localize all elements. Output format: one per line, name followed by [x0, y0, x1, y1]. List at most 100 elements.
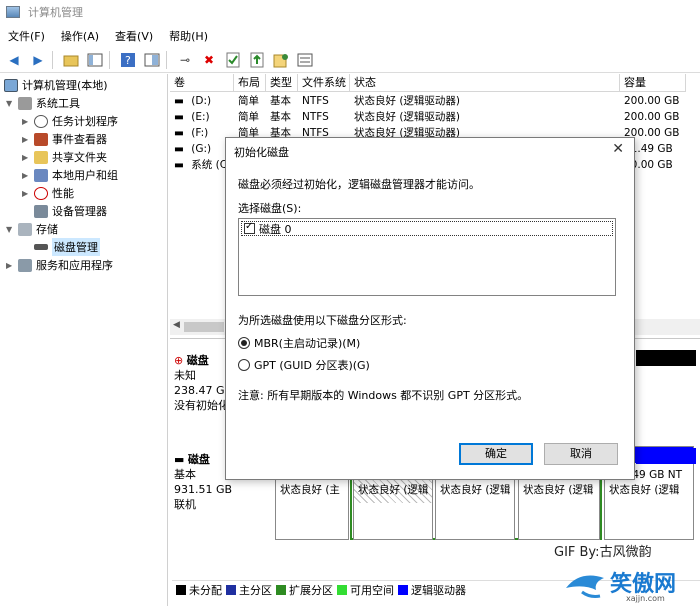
disk-icon	[34, 244, 48, 250]
mbr-label: MBR(主启动记录)(M)	[254, 337, 361, 350]
refresh-icon[interactable]	[271, 50, 291, 70]
show-tree-icon[interactable]	[85, 50, 105, 70]
menu-view[interactable]: 查看(V)	[107, 28, 161, 44]
legend-label: 扩展分区	[289, 583, 333, 597]
window-title: 计算机管理	[28, 6, 83, 19]
scroll-left-icon[interactable]: ◀	[173, 320, 180, 330]
tree-item-disk-management[interactable]: 磁盘管理	[32, 238, 100, 256]
tree-item-event-viewer[interactable]: ▶ 事件查看器	[22, 130, 107, 148]
legend-label: 主分区	[239, 583, 272, 597]
tree-item-device-manager[interactable]: 设备管理器	[32, 202, 107, 220]
chevron-down-icon[interactable]: ▼	[6, 225, 16, 234]
capacity-cell: 200.00 GB	[624, 111, 680, 123]
status-cell: 状态良好 (逻辑驱动器)	[354, 111, 461, 123]
tree-item-shared-folders[interactable]: ▶ 共享文件夹	[22, 148, 107, 166]
export-icon[interactable]	[247, 50, 267, 70]
tree-item-task-scheduler[interactable]: ▶ 任务计划程序	[22, 112, 118, 130]
disk-checkbox[interactable]	[244, 221, 255, 234]
device-manager-icon	[34, 204, 48, 218]
chevron-right-icon[interactable]: ▶	[22, 171, 32, 180]
tree-item-services[interactable]: ▶ 服务和应用程序	[6, 256, 113, 274]
tree-label: 本地用户和组	[52, 169, 118, 182]
column-header-layout[interactable]: 布局	[234, 74, 266, 92]
forward-icon[interactable]: ▶	[28, 50, 48, 70]
tree-item-storage[interactable]: ▼ 存储	[6, 220, 58, 238]
gpt-option[interactable]: GPT (GUID 分区表)(G)	[238, 357, 370, 373]
disk1-state: 未知	[174, 369, 196, 382]
menu-help[interactable]: 帮助(H)	[161, 28, 216, 44]
mbr-radio[interactable]	[238, 337, 250, 349]
tree-item-local-users[interactable]: ▶ 本地用户和组	[22, 166, 118, 184]
menu-action[interactable]: 操作(A)	[53, 28, 107, 44]
shared-folder-icon	[34, 150, 48, 164]
users-icon	[34, 168, 48, 182]
connect-icon[interactable]: ⊸	[175, 50, 195, 70]
column-header-status[interactable]: 状态	[350, 74, 620, 92]
tree-label: 服务和应用程序	[36, 259, 113, 272]
clock-icon	[34, 114, 48, 128]
list-icon[interactable]	[295, 50, 315, 70]
storage-icon	[18, 222, 32, 236]
properties-icon[interactable]	[223, 50, 243, 70]
disk0-online: 联机	[174, 498, 196, 511]
tree-label: 计算机管理(本地)	[22, 79, 108, 92]
disk0-size: 931.51 GB	[174, 483, 233, 496]
initialize-disk-dialog: 初始化磁盘 ✕ 磁盘必须经过初始化，逻辑磁盘管理器才能访问。 选择磁盘(S): …	[225, 137, 635, 480]
back-icon[interactable]: ◀	[4, 50, 24, 70]
toolbar: ◀ ▶ ? ⊸ ✖	[0, 47, 700, 73]
disk-icon: ▬	[174, 453, 185, 466]
help-icon[interactable]: ?	[118, 50, 138, 70]
chevron-right-icon[interactable]: ▶	[6, 261, 16, 270]
column-header-volume[interactable]: 卷	[170, 74, 234, 92]
scrollbar-thumb[interactable]	[184, 322, 224, 332]
tree-item-performance[interactable]: ▶ 性能	[22, 184, 74, 202]
table-row[interactable]: ▬ (E:) 简单 基本 NTFS 状态良好 (逻辑驱动器) 200.00 GB	[170, 109, 700, 125]
legend-label: 可用空间	[350, 583, 394, 597]
disk-item-label: 磁盘 0	[259, 222, 292, 236]
tree-label: 存储	[36, 223, 58, 236]
close-icon[interactable]: ✕	[612, 141, 624, 157]
column-header-type[interactable]: 类型	[266, 74, 298, 92]
list-item[interactable]: 磁盘 0	[241, 221, 613, 236]
table-row[interactable]: ▬ (D:) 简单 基本 NTFS 状态良好 (逻辑驱动器) 200.00 GB	[170, 93, 700, 109]
console-icon[interactable]	[142, 50, 162, 70]
type-cell: 基本	[270, 95, 291, 107]
tree-item-root[interactable]: 计算机管理(本地)	[2, 76, 108, 94]
tree-item-system-tools[interactable]: ▼ 系统工具	[6, 94, 80, 112]
volume-table-header: 卷 布局 类型 文件系统 状态 容量	[170, 74, 700, 92]
chevron-right-icon[interactable]: ▶	[22, 189, 32, 198]
toolbar-separator	[109, 50, 110, 69]
legend-swatch	[276, 584, 286, 595]
gpt-label: GPT (GUID 分区表)(G)	[254, 359, 370, 372]
performance-icon	[34, 186, 48, 200]
event-viewer-icon	[34, 132, 48, 146]
toolbar-separator	[166, 50, 167, 69]
legend-swatch	[398, 584, 408, 595]
legend-swatch	[176, 584, 186, 595]
chevron-right-icon[interactable]: ▶	[22, 117, 32, 126]
disk0-info[interactable]: ▬ 磁盘 基本 931.51 GB 联机	[174, 452, 232, 512]
computer-management-icon	[6, 6, 20, 18]
legend-swatch	[337, 584, 347, 595]
tree-label: 设备管理器	[52, 205, 107, 218]
legend-swatch	[226, 584, 236, 595]
status-cell: 状态良好 (逻辑驱动器)	[354, 95, 461, 107]
cancel-button[interactable]: 取消	[544, 443, 618, 465]
chevron-down-icon[interactable]: ▼	[6, 99, 16, 108]
column-header-capacity[interactable]: 容量	[620, 74, 686, 92]
chevron-right-icon[interactable]: ▶	[22, 153, 32, 162]
menu-file[interactable]: 文件(F)	[0, 28, 53, 44]
mbr-option[interactable]: MBR(主启动记录)(M)	[238, 335, 360, 351]
up-icon[interactable]	[61, 50, 81, 70]
chevron-right-icon[interactable]: ▶	[22, 135, 32, 144]
volume-cell: ▬ (E:)	[174, 111, 210, 123]
gpt-radio[interactable]	[238, 359, 250, 371]
tree-label: 系统工具	[36, 97, 80, 110]
disk1-name: 磁盘	[186, 354, 209, 367]
ok-button[interactable]: 确定	[459, 443, 533, 465]
disk-list[interactable]: 磁盘 0	[238, 218, 616, 296]
column-header-filesystem[interactable]: 文件系统	[298, 74, 350, 92]
delete-icon[interactable]: ✖	[199, 50, 219, 70]
disk1-info[interactable]: ⊕ 磁盘 未知 238.47 GB 没有初始化	[174, 353, 232, 413]
logo-url: xajjn.com	[626, 594, 665, 603]
